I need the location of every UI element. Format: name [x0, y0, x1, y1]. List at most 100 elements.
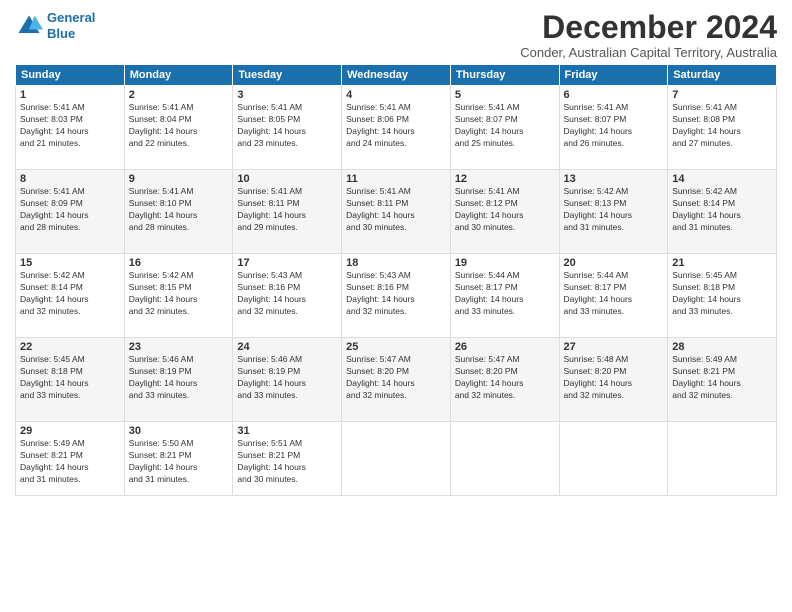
month-title: December 2024: [520, 10, 777, 45]
calendar-cell: 15 Sunrise: 5:42 AMSunset: 8:14 PMDaylig…: [16, 254, 125, 338]
day-info: Sunrise: 5:41 AMSunset: 8:08 PMDaylight:…: [672, 102, 772, 150]
calendar-cell: 11 Sunrise: 5:41 AMSunset: 8:11 PMDaylig…: [342, 170, 451, 254]
day-info: Sunrise: 5:46 AMSunset: 8:19 PMDaylight:…: [237, 354, 337, 402]
day-number: 29: [20, 425, 120, 437]
calendar-cell: 23 Sunrise: 5:46 AMSunset: 8:19 PMDaylig…: [124, 338, 233, 422]
calendar-cell: 17 Sunrise: 5:43 AMSunset: 8:16 PMDaylig…: [233, 254, 342, 338]
day-header: Friday: [559, 65, 668, 86]
calendar-cell: 20 Sunrise: 5:44 AMSunset: 8:17 PMDaylig…: [559, 254, 668, 338]
day-number: 5: [455, 89, 555, 101]
calendar-cell: 21 Sunrise: 5:45 AMSunset: 8:18 PMDaylig…: [668, 254, 777, 338]
day-number: 15: [20, 257, 120, 269]
logo-line1: General: [47, 10, 95, 25]
calendar-cell: 14 Sunrise: 5:42 AMSunset: 8:14 PMDaylig…: [668, 170, 777, 254]
day-number: 12: [455, 173, 555, 185]
day-info: Sunrise: 5:47 AMSunset: 8:20 PMDaylight:…: [346, 354, 446, 402]
day-info: Sunrise: 5:41 AMSunset: 8:10 PMDaylight:…: [129, 186, 229, 234]
header-row: SundayMondayTuesdayWednesdayThursdayFrid…: [16, 65, 777, 86]
day-info: Sunrise: 5:44 AMSunset: 8:17 PMDaylight:…: [564, 270, 664, 318]
calendar-cell: 8 Sunrise: 5:41 AMSunset: 8:09 PMDayligh…: [16, 170, 125, 254]
calendar-cell: 13 Sunrise: 5:42 AMSunset: 8:13 PMDaylig…: [559, 170, 668, 254]
day-info: Sunrise: 5:51 AMSunset: 8:21 PMDaylight:…: [237, 438, 337, 486]
day-number: 10: [237, 173, 337, 185]
day-info: Sunrise: 5:42 AMSunset: 8:14 PMDaylight:…: [20, 270, 120, 318]
day-info: Sunrise: 5:47 AMSunset: 8:20 PMDaylight:…: [455, 354, 555, 402]
calendar-cell: 24 Sunrise: 5:46 AMSunset: 8:19 PMDaylig…: [233, 338, 342, 422]
day-info: Sunrise: 5:50 AMSunset: 8:21 PMDaylight:…: [129, 438, 229, 486]
day-info: Sunrise: 5:43 AMSunset: 8:16 PMDaylight:…: [346, 270, 446, 318]
calendar-cell: 25 Sunrise: 5:47 AMSunset: 8:20 PMDaylig…: [342, 338, 451, 422]
calendar-cell: 2 Sunrise: 5:41 AMSunset: 8:04 PMDayligh…: [124, 86, 233, 170]
day-number: 16: [129, 257, 229, 269]
logo: General Blue: [15, 10, 95, 41]
day-info: Sunrise: 5:41 AMSunset: 8:04 PMDaylight:…: [129, 102, 229, 150]
day-info: Sunrise: 5:41 AMSunset: 8:07 PMDaylight:…: [455, 102, 555, 150]
logo-text: General Blue: [47, 10, 95, 41]
day-info: Sunrise: 5:49 AMSunset: 8:21 PMDaylight:…: [20, 438, 120, 486]
day-number: 3: [237, 89, 337, 101]
calendar-cell: 9 Sunrise: 5:41 AMSunset: 8:10 PMDayligh…: [124, 170, 233, 254]
day-number: 31: [237, 425, 337, 437]
day-info: Sunrise: 5:41 AMSunset: 8:11 PMDaylight:…: [237, 186, 337, 234]
calendar-cell: [559, 422, 668, 496]
day-number: 23: [129, 341, 229, 353]
day-number: 18: [346, 257, 446, 269]
page: General Blue December 2024 Conder, Austr…: [0, 0, 792, 612]
day-number: 19: [455, 257, 555, 269]
day-info: Sunrise: 5:41 AMSunset: 8:12 PMDaylight:…: [455, 186, 555, 234]
day-number: 6: [564, 89, 664, 101]
calendar-cell: [450, 422, 559, 496]
day-number: 9: [129, 173, 229, 185]
day-info: Sunrise: 5:44 AMSunset: 8:17 PMDaylight:…: [455, 270, 555, 318]
day-number: 11: [346, 173, 446, 185]
calendar-cell: 6 Sunrise: 5:41 AMSunset: 8:07 PMDayligh…: [559, 86, 668, 170]
calendar-cell: 5 Sunrise: 5:41 AMSunset: 8:07 PMDayligh…: [450, 86, 559, 170]
day-number: 24: [237, 341, 337, 353]
day-number: 26: [455, 341, 555, 353]
calendar-cell: 30 Sunrise: 5:50 AMSunset: 8:21 PMDaylig…: [124, 422, 233, 496]
day-info: Sunrise: 5:41 AMSunset: 8:06 PMDaylight:…: [346, 102, 446, 150]
logo-icon: [15, 12, 43, 40]
logo-line2: Blue: [47, 26, 75, 41]
day-info: Sunrise: 5:41 AMSunset: 8:11 PMDaylight:…: [346, 186, 446, 234]
day-header: Saturday: [668, 65, 777, 86]
day-number: 25: [346, 341, 446, 353]
day-header: Tuesday: [233, 65, 342, 86]
day-number: 28: [672, 341, 772, 353]
day-number: 4: [346, 89, 446, 101]
day-number: 17: [237, 257, 337, 269]
day-info: Sunrise: 5:45 AMSunset: 8:18 PMDaylight:…: [20, 354, 120, 402]
day-number: 30: [129, 425, 229, 437]
calendar-cell: 10 Sunrise: 5:41 AMSunset: 8:11 PMDaylig…: [233, 170, 342, 254]
day-number: 8: [20, 173, 120, 185]
day-info: Sunrise: 5:42 AMSunset: 8:15 PMDaylight:…: [129, 270, 229, 318]
calendar-cell: [668, 422, 777, 496]
day-info: Sunrise: 5:41 AMSunset: 8:05 PMDaylight:…: [237, 102, 337, 150]
day-info: Sunrise: 5:41 AMSunset: 8:03 PMDaylight:…: [20, 102, 120, 150]
calendar-cell: 16 Sunrise: 5:42 AMSunset: 8:15 PMDaylig…: [124, 254, 233, 338]
day-number: 21: [672, 257, 772, 269]
calendar-cell: 12 Sunrise: 5:41 AMSunset: 8:12 PMDaylig…: [450, 170, 559, 254]
day-info: Sunrise: 5:49 AMSunset: 8:21 PMDaylight:…: [672, 354, 772, 402]
calendar-cell: 18 Sunrise: 5:43 AMSunset: 8:16 PMDaylig…: [342, 254, 451, 338]
day-header: Thursday: [450, 65, 559, 86]
day-info: Sunrise: 5:48 AMSunset: 8:20 PMDaylight:…: [564, 354, 664, 402]
calendar-cell: 26 Sunrise: 5:47 AMSunset: 8:20 PMDaylig…: [450, 338, 559, 422]
day-info: Sunrise: 5:43 AMSunset: 8:16 PMDaylight:…: [237, 270, 337, 318]
calendar-cell: 1 Sunrise: 5:41 AMSunset: 8:03 PMDayligh…: [16, 86, 125, 170]
day-number: 27: [564, 341, 664, 353]
subtitle: Conder, Australian Capital Territory, Au…: [520, 45, 777, 60]
calendar-cell: 7 Sunrise: 5:41 AMSunset: 8:08 PMDayligh…: [668, 86, 777, 170]
calendar-cell: 27 Sunrise: 5:48 AMSunset: 8:20 PMDaylig…: [559, 338, 668, 422]
calendar-cell: 4 Sunrise: 5:41 AMSunset: 8:06 PMDayligh…: [342, 86, 451, 170]
day-info: Sunrise: 5:42 AMSunset: 8:13 PMDaylight:…: [564, 186, 664, 234]
day-info: Sunrise: 5:41 AMSunset: 8:07 PMDaylight:…: [564, 102, 664, 150]
day-info: Sunrise: 5:42 AMSunset: 8:14 PMDaylight:…: [672, 186, 772, 234]
day-number: 1: [20, 89, 120, 101]
calendar-cell: [342, 422, 451, 496]
header: General Blue December 2024 Conder, Austr…: [15, 10, 777, 60]
day-header: Wednesday: [342, 65, 451, 86]
day-number: 20: [564, 257, 664, 269]
calendar-cell: 3 Sunrise: 5:41 AMSunset: 8:05 PMDayligh…: [233, 86, 342, 170]
day-header: Monday: [124, 65, 233, 86]
